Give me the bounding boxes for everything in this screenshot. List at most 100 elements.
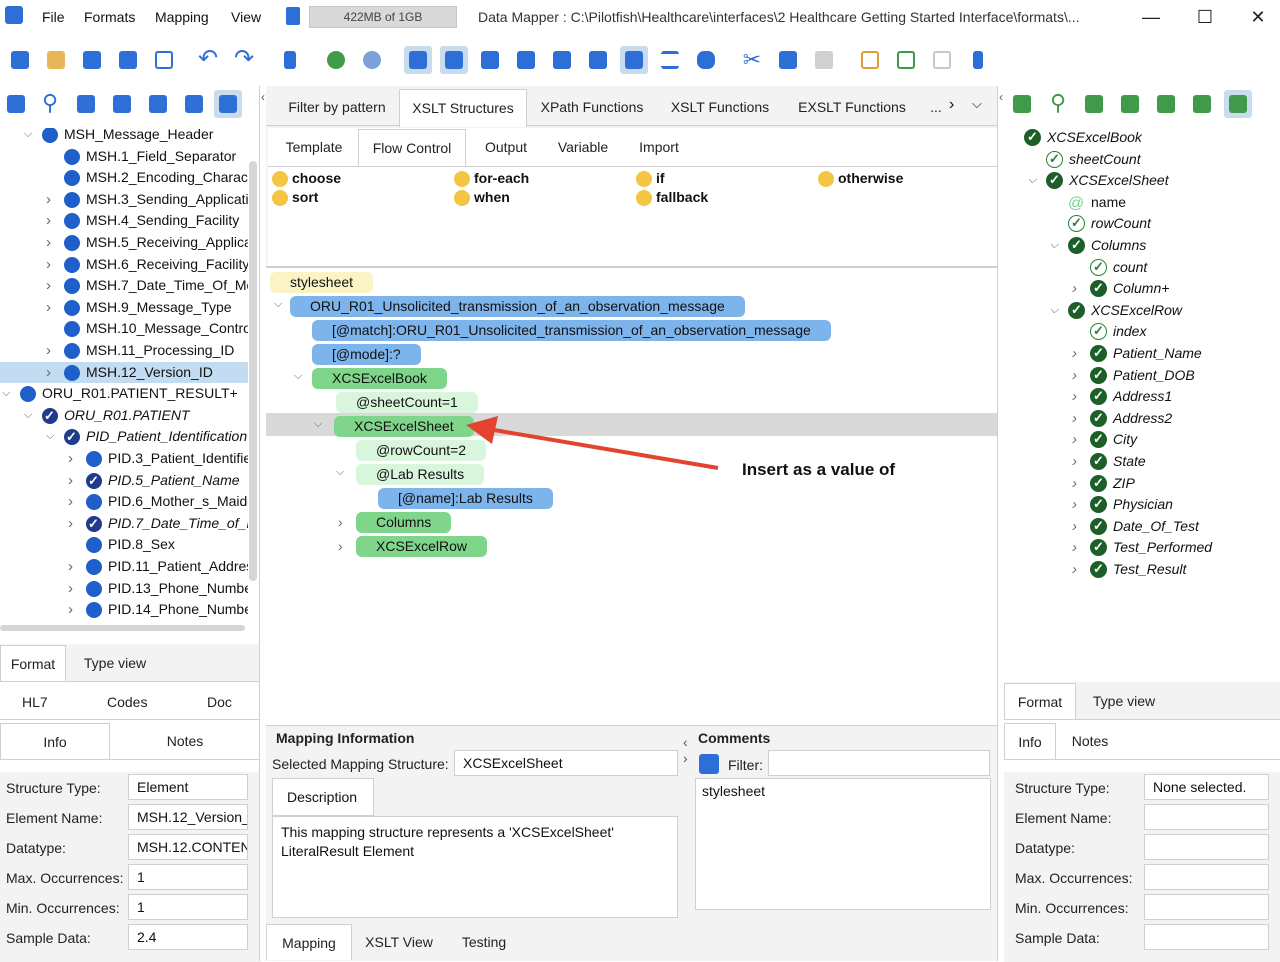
source-tree-item[interactable]: › MSH.6_Receiving_Facility	[0, 254, 248, 275]
target-tab-notes[interactable]: Notes	[1060, 723, 1120, 759]
chevron-down-icon[interactable]: ⌵	[1050, 300, 1058, 321]
target-tree-item[interactable]: › Date_Of_Test	[1004, 515, 1280, 537]
tab-type-view[interactable]: Type view	[70, 645, 160, 681]
maximize-button[interactable]: ☐	[1190, 5, 1220, 29]
flow-item-otherwise[interactable]: otherwise	[816, 170, 903, 187]
info-field[interactable]: 1	[128, 864, 248, 890]
collapse-source-icon[interactable]: ‹	[261, 90, 265, 104]
menu-file[interactable]: File	[42, 9, 65, 25]
list-icon[interactable]	[150, 46, 178, 74]
tab-doc[interactable]: Doc	[207, 694, 232, 710]
chevron-right-icon[interactable]: ›	[68, 448, 73, 469]
info-field[interactable]: Element	[128, 774, 248, 800]
menu-formats[interactable]: Formats	[84, 9, 135, 25]
document-icon[interactable]	[2, 90, 30, 118]
target-document-icon[interactable]	[1008, 90, 1036, 118]
target-tree-item[interactable]: ⌵ XCSExcelSheet	[1004, 169, 1280, 191]
chart-file-icon[interactable]	[108, 90, 136, 118]
tab-output[interactable]: Output	[468, 129, 544, 165]
source-tree-item[interactable]: ⌵ ORU_R01.PATIENT_RESULT+	[0, 383, 248, 404]
chevron-right-icon[interactable]: ›	[1072, 559, 1077, 580]
undo-icon[interactable]: ↶	[194, 46, 222, 74]
tab-format[interactable]: Format	[0, 645, 66, 681]
database-icon[interactable]	[692, 46, 720, 74]
close-button[interactable]: ✕	[1243, 5, 1273, 29]
chevron-down-icon[interactable]: ⌵	[972, 96, 982, 112]
target-tree-item[interactable]: ⌵ XCSExcelRow	[1004, 299, 1280, 321]
collapse-right-icon[interactable]: ›	[683, 750, 688, 766]
tab-flow-control[interactable]: Flow Control	[358, 129, 466, 167]
source-tree-item[interactable]: MSH.10_Message_Control_ID	[0, 318, 248, 339]
tab-mapping[interactable]: Mapping	[266, 924, 352, 960]
source-tree-item[interactable]: ⌵ ORU_R01.PATIENT	[0, 405, 248, 426]
copy-icon[interactable]	[774, 46, 802, 74]
chevron-right-icon[interactable]: ›	[68, 491, 73, 512]
tab-xslt-view[interactable]: XSLT View	[356, 924, 442, 960]
chevron-right-icon[interactable]: ›	[949, 96, 954, 114]
paste-icon[interactable]	[810, 46, 838, 74]
comment-item[interactable]: stylesheet	[702, 783, 765, 799]
target-tree-item[interactable]: index	[1004, 320, 1280, 342]
chevron-right-icon[interactable]: ›	[46, 275, 51, 296]
chevron-right-icon[interactable]: ›	[1072, 365, 1077, 386]
target-tree-item[interactable]: ⌵ Columns	[1004, 234, 1280, 256]
source-tree-item[interactable]: › PID.3_Patient_Identifier_List	[0, 448, 248, 469]
info-field[interactable]: 1	[128, 894, 248, 920]
source-tree-item[interactable]: › MSH.4_Sending_Facility	[0, 210, 248, 231]
tab-xslt-functions[interactable]: XSLT Functions	[660, 89, 780, 125]
comments-filter-input[interactable]	[768, 750, 990, 776]
target-tree-item[interactable]: › City	[1004, 428, 1280, 450]
export-icon[interactable]	[892, 46, 920, 74]
tab-filter-by-pattern[interactable]: Filter by pattern	[272, 89, 402, 125]
chevron-right-icon[interactable]: ›	[68, 556, 73, 577]
source-tree-item[interactable]: PID.8_Sex	[0, 534, 248, 555]
target-tree-item[interactable]: XCSExcelBook	[1004, 127, 1280, 148]
chevron-right-icon[interactable]: ›	[46, 297, 51, 318]
settings-file-icon[interactable]	[180, 90, 208, 118]
auto-map-icon[interactable]	[358, 46, 386, 74]
chevron-right-icon[interactable]: ›	[46, 232, 51, 253]
source-tree-item[interactable]: › MSH.7_Date_Time_Of_Message	[0, 275, 248, 296]
source-tree-item[interactable]: › PID.7_Date_Time_of_Birth	[0, 513, 248, 534]
tab-codes[interactable]: Codes	[107, 694, 147, 710]
tree-view-icon[interactable]	[214, 90, 242, 118]
target-search-icon[interactable]: ⚲	[1044, 90, 1072, 118]
target-tree-item[interactable]: › Test_Performed	[1004, 536, 1280, 558]
minimize-button[interactable]: —	[1136, 5, 1166, 29]
chevron-right-icon[interactable]: ›	[68, 470, 73, 491]
target-tree-item[interactable]: › Column+	[1004, 277, 1280, 299]
target-tree-item[interactable]: › Patient_Name	[1004, 342, 1280, 364]
attribute-icon[interactable]	[620, 46, 648, 74]
target-form-icon[interactable]	[1080, 90, 1108, 118]
flow-item-sort[interactable]: sort	[270, 189, 318, 206]
chevron-down-icon[interactable]: ⌵	[1050, 235, 1058, 256]
chevron-right-icon[interactable]: ›	[1072, 451, 1077, 472]
tab-exslt-functions[interactable]: EXSLT Functions	[788, 89, 916, 125]
chevron-right-icon[interactable]: ›	[1072, 537, 1077, 558]
target-tree-item[interactable]: › Physician	[1004, 493, 1280, 515]
tab-description[interactable]: Description	[272, 778, 374, 816]
source-tree-item[interactable]: › MSH.3_Sending_Application	[0, 189, 248, 210]
info-field[interactable]	[1144, 894, 1269, 920]
info-field[interactable]	[1144, 804, 1269, 830]
source-tree-item[interactable]: › PID.13_Phone_Number_Home	[0, 578, 248, 599]
new-format-icon[interactable]	[6, 46, 34, 74]
chevron-down-icon[interactable]: ⌵	[24, 405, 32, 426]
chevron-down-icon[interactable]: ⌵	[24, 128, 32, 145]
tree-hscrollbar[interactable]	[0, 625, 245, 631]
info-field[interactable]: None selected.	[1144, 774, 1269, 800]
source-tree-item[interactable]: › MSH.12_Version_ID	[0, 361, 248, 383]
tab-overflow[interactable]: ...	[926, 89, 946, 125]
source-tree-item[interactable]: MSH.1_Field_Separator	[0, 146, 248, 167]
tab-variable[interactable]: Variable	[544, 129, 622, 165]
tab-testing[interactable]: Testing	[446, 924, 522, 960]
cut-icon[interactable]: ✂	[738, 46, 766, 74]
source-tree-item[interactable]: ⌵ PID_Patient_Identification	[0, 426, 248, 447]
chevron-right-icon[interactable]: ›	[68, 599, 73, 620]
source-tree-item[interactable]: › PID.6_Mother_s_Maiden_Name	[0, 491, 248, 512]
tab-xslt-structures[interactable]: XSLT Structures	[399, 89, 527, 127]
flow-item-when[interactable]: when	[452, 189, 510, 206]
source-tree-item[interactable]: › MSH.5_Receiving_Application	[0, 232, 248, 253]
find-file-icon[interactable]	[144, 90, 172, 118]
save-icon[interactable]	[78, 46, 106, 74]
